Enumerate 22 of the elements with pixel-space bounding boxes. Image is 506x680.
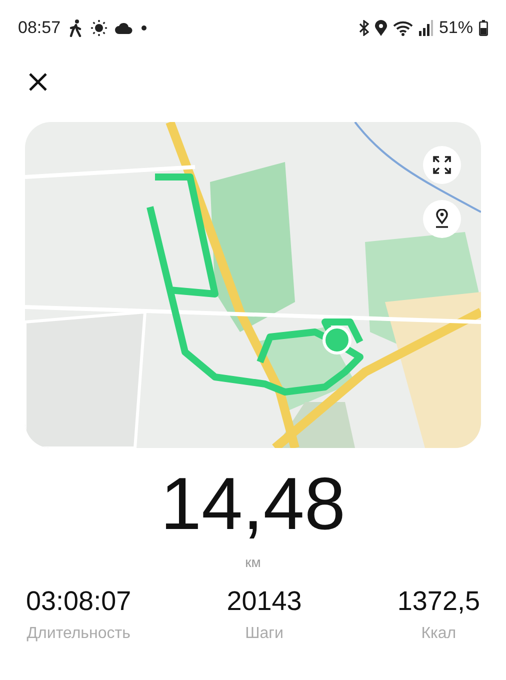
- cloud-icon: [114, 22, 133, 34]
- stat-value: 20143: [226, 586, 302, 617]
- distance-value: 14,48: [160, 462, 346, 546]
- sun-icon: [90, 20, 107, 36]
- signal-icon: [418, 20, 433, 36]
- stat-value: 1372,5: [397, 586, 480, 617]
- stat-value: 03:08:07: [26, 586, 132, 617]
- stat-label: Длительность: [26, 625, 130, 643]
- status-time: 08:57: [18, 18, 61, 38]
- walking-icon: [68, 19, 83, 37]
- wifi-icon: [392, 20, 413, 36]
- location-pin-icon: [434, 209, 450, 229]
- expand-icon: [433, 156, 451, 174]
- distance-unit: км: [245, 554, 261, 570]
- stat-label: Шаги: [245, 625, 284, 643]
- location-icon: [374, 20, 387, 36]
- stat-label: Ккал: [421, 625, 456, 643]
- battery-percent: 51%: [438, 18, 473, 38]
- dot-icon: [140, 25, 147, 31]
- close-icon: [28, 72, 48, 92]
- battery-icon: [479, 20, 488, 36]
- bluetooth-icon: [358, 20, 369, 36]
